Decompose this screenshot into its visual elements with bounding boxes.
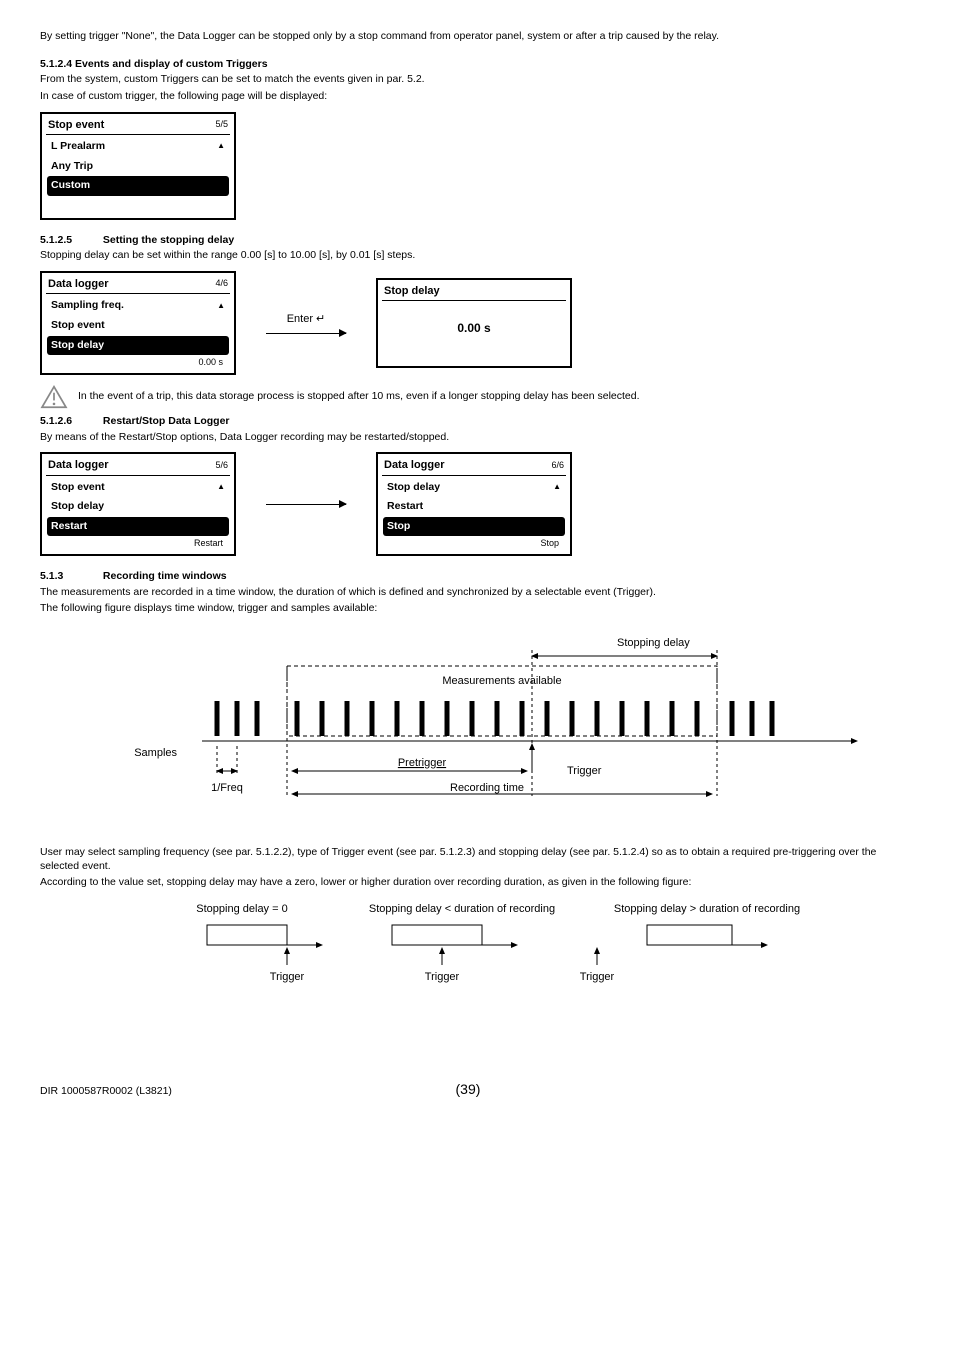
- heading-5125: 5.1.2.5 Setting the stopping delay: [40, 234, 914, 248]
- fig-label-pretrigger: Pretrigger: [398, 757, 447, 769]
- footer-page-number: (39): [456, 1080, 481, 1098]
- panel-item-sampling-freq: Sampling freq. ▲: [47, 296, 229, 316]
- text-5124-l2: In case of custom trigger, the following…: [40, 90, 914, 104]
- text-5124-l1: From the system, custom Triggers can be …: [40, 73, 914, 87]
- stopping-delay-cases-diagram: Stopping delay = 0 Stopping delay < dura…: [117, 900, 837, 990]
- panel-item-custom: Custom: [47, 176, 229, 196]
- heading-number: 5.1.3: [40, 570, 100, 584]
- heading-5124: 5.1.2.4 Events and display of custom Tri…: [40, 58, 914, 72]
- panel-item-label: Any Trip: [51, 160, 93, 174]
- panel-title: Stop event: [48, 118, 104, 132]
- panel-page: 5/6: [215, 460, 228, 472]
- up-triangle-icon: ▲: [553, 482, 561, 492]
- heading-number: 5.1.2.5: [40, 234, 100, 248]
- timing-diagram: Measurements available Stopping delay: [87, 626, 867, 826]
- arrow-between-panels: [256, 504, 356, 505]
- fig2-trigger-3: Trigger: [580, 971, 615, 983]
- lcd-panel-data-logger-4-6: Data logger 4/6 Sampling freq. ▲ Stop ev…: [40, 271, 236, 375]
- lcd-panel-data-logger-6-6: Data logger 6/6 Stop delay ▲ Restart Sto…: [376, 452, 572, 556]
- fig2-caption-2: Stopping delay < duration of recording: [369, 903, 555, 915]
- fig-label-measurements: Measurements available: [442, 675, 561, 687]
- panel-title: Data logger: [48, 458, 109, 472]
- panel-item-stop: Stop: [383, 517, 565, 537]
- panel-item-label: Restart: [387, 500, 423, 514]
- enter-label: Enter ↵: [287, 312, 326, 326]
- stop-delay-value: 0.00 s: [378, 303, 570, 367]
- panel-footer-value: Restart: [47, 536, 229, 550]
- panel-item-l-prealarm: L Prealarm ▲: [47, 137, 229, 157]
- panel-item-label: Stop event: [51, 319, 105, 333]
- panel-item-label: Stop delay: [387, 481, 440, 495]
- text-after-fig1-l2: According to the value set, stopping del…: [40, 876, 914, 890]
- arrow-right-icon: [266, 504, 346, 505]
- heading-title: Setting the stopping delay: [103, 234, 234, 246]
- panel-item-label: Stop delay: [51, 500, 104, 514]
- text-after-fig1-l1: User may select sampling frequency (see …: [40, 846, 914, 873]
- heading-title: Restart/Stop Data Logger: [103, 415, 230, 427]
- text-513-l1: The measurements are recorded in a time …: [40, 586, 914, 600]
- panel-item-stop-event: Stop event: [47, 316, 229, 336]
- panel-footer-value: 0.00 s: [47, 355, 229, 369]
- heading-513: 5.1.3 Recording time windows: [40, 570, 914, 584]
- panel-title: Data logger: [384, 458, 445, 472]
- up-triangle-icon: ▲: [217, 301, 225, 311]
- fig2-trigger-1: Trigger: [270, 971, 305, 983]
- panel-item-any-trip: Any Trip: [47, 157, 229, 177]
- panel-item-label: Custom: [51, 179, 90, 193]
- up-triangle-icon: ▲: [217, 482, 225, 492]
- fig2-caption-3: Stopping delay > duration of recording: [614, 903, 800, 915]
- fig-label-recording-time: Recording time: [450, 782, 524, 794]
- arrow-right-icon: [266, 333, 346, 334]
- fig-label-trigger: Trigger: [567, 765, 602, 777]
- panel-page: 5/5: [215, 119, 228, 131]
- panel-item-restart: Restart: [383, 497, 565, 517]
- panel-item-stop-event: Stop event ▲: [47, 478, 229, 498]
- fig2-trigger-2: Trigger: [425, 971, 460, 983]
- fig-label-stopping-delay: Stopping delay: [617, 637, 690, 649]
- panel-item-label: L Prealarm: [51, 140, 105, 154]
- panel-item-stop-delay: Stop delay: [47, 497, 229, 517]
- panel-item-label: Stop delay: [51, 339, 104, 353]
- lcd-panel-stop-event: Stop event 5/5 L Prealarm ▲ Any Trip Cus…: [40, 112, 236, 220]
- footer-doc-id: DIR 1000587R0002 (L3821): [40, 1085, 172, 1099]
- text-5126-l1: By means of the Restart/Stop options, Da…: [40, 431, 914, 445]
- warning-icon: [40, 385, 68, 409]
- warning-text: In the event of a trip, this data storag…: [78, 390, 640, 404]
- text-513-l2: The following figure displays time windo…: [40, 602, 914, 616]
- up-triangle-icon: ▲: [217, 141, 225, 151]
- fig-label-1freq: 1/Freq: [211, 782, 243, 794]
- panel-item-restart: Restart: [47, 517, 229, 537]
- panel-item-label: Sampling freq.: [51, 299, 124, 313]
- panel-title: Data logger: [48, 277, 109, 291]
- lcd-panel-data-logger-5-6: Data logger 5/6 Stop event ▲ Stop delay …: [40, 452, 236, 556]
- panel-item-label: Restart: [51, 520, 87, 534]
- panel-page: 4/6: [215, 278, 228, 290]
- heading-5126: 5.1.2.6 Restart/Stop Data Logger: [40, 415, 914, 429]
- panel-item-stop-delay: Stop delay: [47, 336, 229, 356]
- heading-number: 5.1.2.6: [40, 415, 100, 429]
- lcd-panel-stop-delay-value: Stop delay 0.00 s: [376, 278, 572, 369]
- intro-paragraph: By setting trigger "None", the Data Logg…: [40, 30, 914, 44]
- panel-item-label: Stop: [387, 520, 410, 534]
- panel-footer-value: Stop: [383, 536, 565, 550]
- panel-title: Stop delay: [378, 280, 570, 300]
- heading-title: Recording time windows: [103, 570, 227, 582]
- enter-arrow: Enter ↵: [256, 312, 356, 333]
- panel-item-label: Stop event: [51, 481, 105, 495]
- panel-item-stop-delay: Stop delay ▲: [383, 478, 565, 498]
- panel-page: 6/6: [551, 460, 564, 472]
- fig2-caption-1: Stopping delay = 0: [196, 903, 287, 915]
- fig-label-samples: Samples: [134, 747, 177, 759]
- text-5125-l1: Stopping delay can be set within the ran…: [40, 249, 914, 263]
